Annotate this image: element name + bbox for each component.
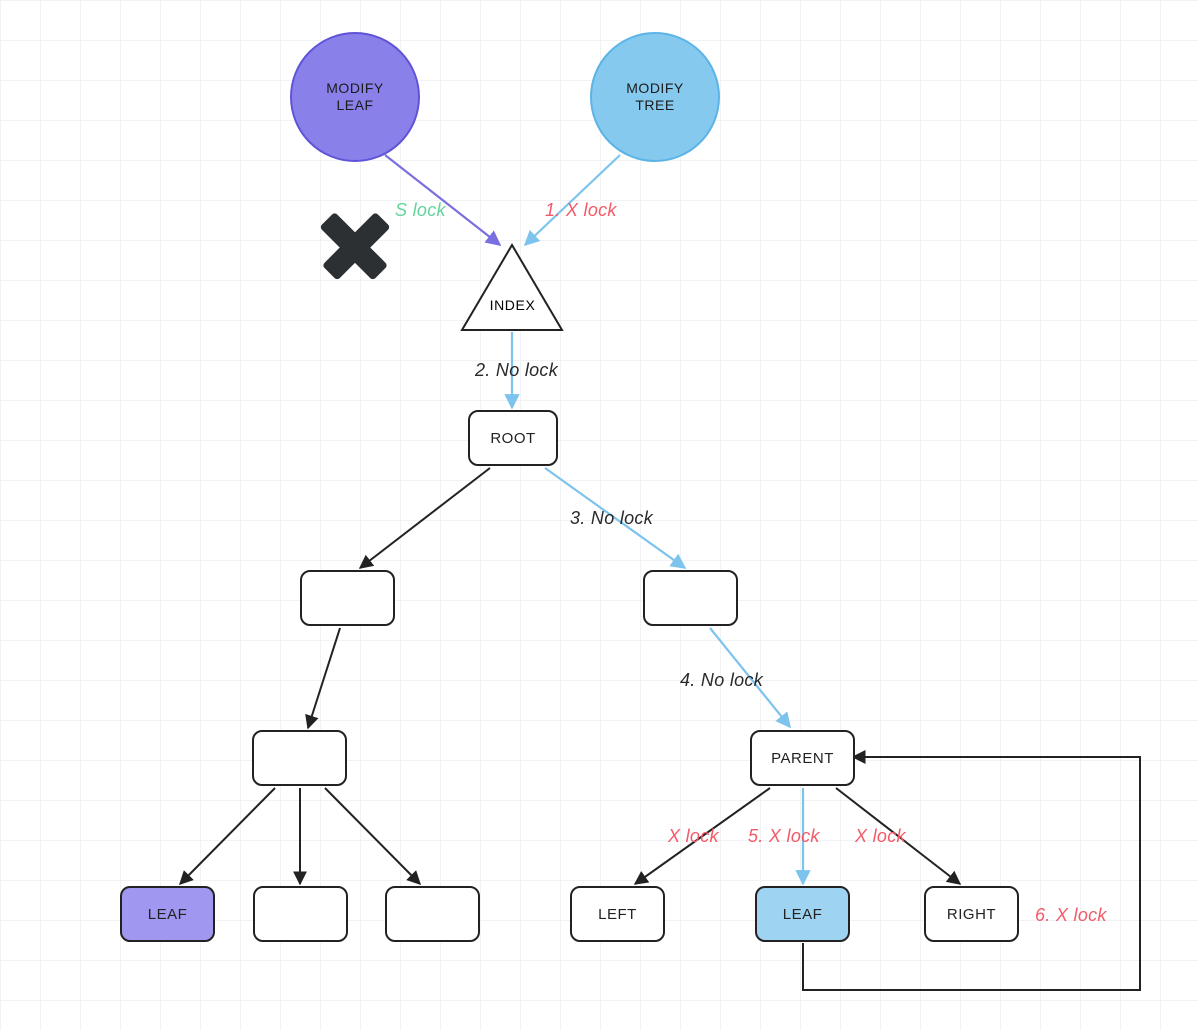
node-modify-leaf: MODIFY LEAF (290, 32, 420, 162)
node-leaf-right-label: LEAF (783, 906, 823, 923)
label-nolock-4: 4. No lock (680, 670, 763, 691)
node-leaf-left: LEAF (120, 886, 215, 942)
label-xlock-right: X lock (855, 826, 906, 847)
node-modify-tree-label: MODIFY TREE (626, 80, 683, 115)
node-parent-label: PARENT (771, 750, 834, 767)
node-root: ROOT (468, 410, 558, 466)
node-modify-tree: MODIFY TREE (590, 32, 720, 162)
node-bl-2 (253, 886, 348, 942)
node-parent: PARENT (750, 730, 855, 786)
diagram-canvas: MODIFY LEAF MODIFY TREE INDEX ROOT PAREN… (0, 0, 1198, 1030)
node-index-label-wrap: INDEX (465, 297, 560, 313)
label-xlock-5: 5. X lock (748, 826, 820, 847)
node-right-label: RIGHT (947, 906, 996, 923)
node-bl-3 (385, 886, 480, 942)
node-left: LEFT (570, 886, 665, 942)
label-nolock-2: 2. No lock (475, 360, 558, 381)
label-s-lock: S lock (395, 200, 446, 221)
node-right: RIGHT (924, 886, 1019, 942)
node-modify-leaf-label: MODIFY LEAF (326, 80, 383, 115)
label-xlock-left: X lock (668, 826, 719, 847)
node-l2-left (300, 570, 395, 626)
node-l3-left (252, 730, 347, 786)
node-index-label: INDEX (490, 297, 536, 313)
node-l2-right (643, 570, 738, 626)
label-xlock-6: 6. X lock (1035, 905, 1107, 926)
node-left-label: LEFT (598, 906, 637, 923)
node-leaf-left-label: LEAF (148, 906, 188, 923)
node-root-label: ROOT (490, 430, 535, 447)
node-leaf-right: LEAF (755, 886, 850, 942)
label-xlock-1: 1. X lock (545, 200, 617, 221)
label-nolock-3: 3. No lock (570, 508, 653, 529)
cross-icon (310, 200, 400, 290)
